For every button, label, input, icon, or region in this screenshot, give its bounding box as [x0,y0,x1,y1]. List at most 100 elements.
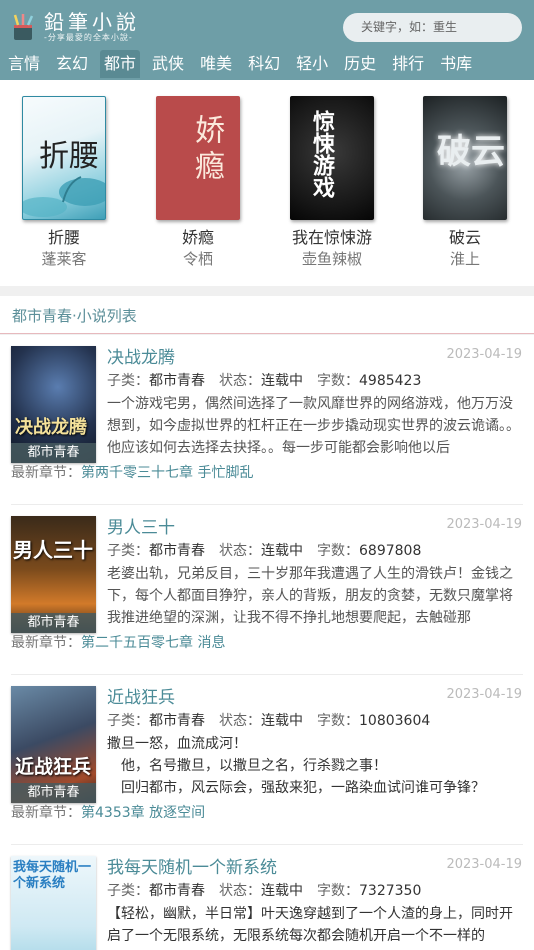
book-cover[interactable]: 决战龙腾 都市青春 [11,346,96,463]
book-title[interactable]: 决战龙腾 [107,343,175,368]
words-label: 字数： [317,883,359,899]
category-value: 都市青春 [149,883,205,899]
category-nav: 言情 玄幻 都市 武侠 唯美 科幻 轻小 历史 排行 书库 [0,50,484,80]
category-label: 子类： [107,713,149,729]
words-value: 6897808 [359,543,422,559]
featured-book[interactable]: 折腰 折腰 蓬莱客 [9,96,119,270]
featured-author: 蓬莱客 [41,250,87,268]
genre-badge: 都市青春 [11,783,96,803]
book-meta: 子类：都市青春 状态：连载中 字数：4985423 [107,371,421,391]
status-label: 状态： [219,883,261,899]
category-value: 都市青春 [149,373,205,389]
book-cover[interactable]: 破云 [423,96,507,220]
book-meta: 子类：都市青春 状态：连载中 字数：10803604 [107,711,430,731]
status-value: 连载中 [261,883,303,899]
category-value: 都市青春 [149,543,205,559]
latest-label: 最新章节： [11,635,81,651]
list-title: 都市青春·小说列表 [12,307,137,325]
featured-title[interactable]: 破云 [410,228,520,248]
cover-title: 近战狂兵 [15,756,92,778]
category-label: 子类： [107,883,149,899]
search-input[interactable]: 关键字，如：重生 [343,13,522,42]
book-cover[interactable]: 近战狂兵 都市青春 [11,686,96,803]
latest-chapter-link[interactable]: 第二千五百零七章 消息 [81,635,225,651]
status-value: 连载中 [261,713,303,729]
cover-title: 破云 [437,132,505,172]
book-cover[interactable]: 惊悚游戏 [290,96,374,220]
site-slogan: -分享最愛的全本小說- [44,33,133,42]
latest-chapter-link[interactable]: 第两千零三十七章 手忙脚乱 [81,465,253,481]
featured-book[interactable]: 破云 破云 淮上 [410,96,520,270]
featured-author: 壶鱼辣椒 [301,250,362,268]
book-cover[interactable]: 我每天随机一个新系统 [11,856,96,950]
update-date: 2023-04-19 [446,347,522,362]
cover-title: 惊悚游戏 [309,110,335,198]
genre-badge: 都市青春 [11,443,96,463]
description-line: 回归都市，风云际会，强敌来犯，一路染血试问谁可争锋？ [107,780,485,796]
featured-title[interactable]: 娇瘾 [143,228,253,248]
words-label: 字数： [317,713,359,729]
book-description: 一个游戏宅男，偶然间选择了一款风靡世界的网络游戏，他万万没想到，如今虚拟世界的杠… [107,396,520,456]
featured-title[interactable]: 折腰 [9,228,119,248]
latest-chapter-link[interactable]: 第4353章 放逐空间 [81,805,205,821]
book-description: 撒旦一怒，血流成河！ 他，名号撒旦，以撒旦之名，行杀戮之事！ 回归都市，风云际会… [107,733,521,799]
cover-title: 决战龙腾 [15,417,87,438]
list-item: 决战龙腾 都市青春 决战龙腾 2023-04-19 子类：都市青春 状态：连载中字… [0,335,534,505]
featured-book[interactable]: 惊悚游戏 我在惊悚游 壶鱼辣椒 [277,96,387,270]
nav-item-dushi[interactable]: 都市 [100,50,141,78]
nav-item-kehuan[interactable]: 科幻 [244,50,284,78]
nav-item-paihang[interactable]: 排行 [388,50,428,78]
category-label: 子类： [107,543,149,559]
nav-item-qingxiao[interactable]: 轻小 [292,50,332,78]
book-cover[interactable]: 男人三十 都市青春 [11,516,96,633]
featured-books: 折腰 折腰 蓬莱客 娇瘾 娇瘾 令栖 惊悚游戏 我在惊悚游 壶鱼辣椒 破云 破云… [0,80,534,286]
latest-label: 最新章节： [11,805,81,821]
featured-author: 淮上 [449,250,480,268]
latest-label: 最新章节： [11,465,81,481]
book-meta: 子类：都市青春 状态：连载中 字数：7327350 [107,881,421,901]
pencil-cup-logo-icon [13,14,34,40]
list-item: 男人三十 都市青春 男人三十 2023-04-19 子类：都市青春 状态：连载中字… [0,505,534,675]
status-value: 连载中 [261,543,303,559]
cover-title: 娇瘾 [189,114,224,186]
book-cover[interactable]: 娇瘾 [156,96,240,220]
category-value: 都市青春 [149,713,205,729]
status-label: 状态： [219,713,261,729]
words-value: 4985423 [359,373,422,389]
nav-item-xuanhuan[interactable]: 玄幻 [52,50,92,78]
featured-author: 令栖 [182,250,213,268]
update-date: 2023-04-19 [446,857,522,872]
update-date: 2023-04-19 [446,517,522,532]
site-name: 鉛筆小說 [44,10,140,34]
site-logo[interactable]: 鉛筆小說 -分享最愛的全本小說- [8,8,140,46]
status-label: 状态： [219,543,261,559]
book-cover[interactable]: 折腰 [22,96,106,220]
description-line: 撒旦一怒，血流成河！ [107,736,247,752]
book-title[interactable]: 男人三十 [107,513,175,538]
book-description: 老婆出轨，兄弟反目，三十岁那年我遭遇了人生的滑铁卢！金钱之下，每个人都面目狰狞，… [107,566,513,626]
book-meta: 子类：都市青春 状态：连载中 字数：6897808 [107,541,421,561]
book-title[interactable]: 近战狂兵 [107,683,175,708]
header: 鉛筆小說 -分享最愛的全本小說- 关键字，如：重生 言情 玄幻 都市 武侠 唯美… [0,0,534,80]
nav-item-weimei[interactable]: 唯美 [196,50,236,78]
featured-title[interactable]: 我在惊悚游 [277,228,387,248]
list-item: 近战狂兵 都市青春 近战狂兵 2023-04-19 子类：都市青春 状态：连载中字… [0,675,534,845]
nav-item-lishi[interactable]: 历史 [340,50,380,78]
update-date: 2023-04-19 [446,687,522,702]
cover-title: 我每天随机一个新系统 [13,860,92,891]
words-value: 10803604 [359,713,431,729]
list-header: 都市青春·小说列表 [0,296,534,334]
nav-item-yanqing[interactable]: 言情 [4,50,44,78]
words-label: 字数： [317,373,359,389]
latest-chapter: 最新章节：第4353章 放逐空间 [11,803,205,823]
book-title[interactable]: 我每天随机一个新系统 [107,853,277,878]
latest-chapter: 最新章节：第两千零三十七章 手忙脚乱 [11,463,253,483]
book-description: 【轻松，幽默，半日常】叶天逸穿越到了一个人渣的身上，同时开启了一个无限系统，无限… [107,906,513,944]
latest-chapter: 最新章节：第二千五百零七章 消息 [11,633,225,653]
nav-item-shuku[interactable]: 书库 [436,50,476,78]
featured-book[interactable]: 娇瘾 娇瘾 令栖 [143,96,253,270]
description-line: 他，名号撒旦，以撒旦之名，行杀戮之事！ [107,758,387,774]
status-value: 连载中 [261,373,303,389]
words-label: 字数： [317,543,359,559]
nav-item-wuxia[interactable]: 武侠 [148,50,188,78]
